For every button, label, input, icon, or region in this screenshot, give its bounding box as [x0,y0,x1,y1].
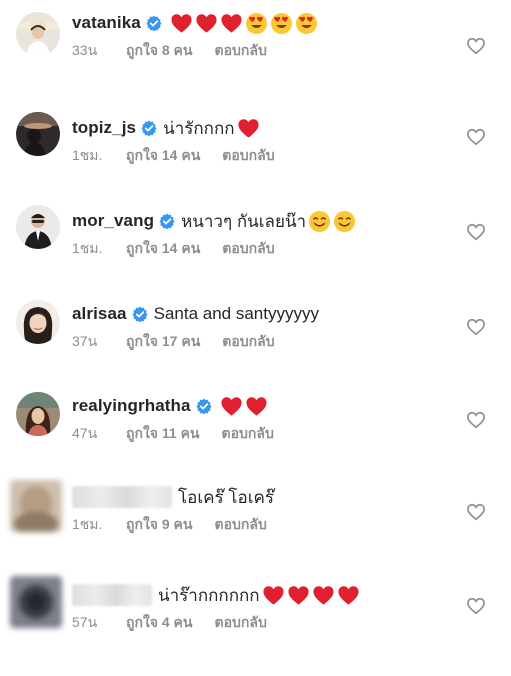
heart-emoji-icon [237,117,260,140]
comment-item: vatanika 33น ถูกใจ 8 คน ตอบกลับ [0,10,511,104]
likes-count[interactable]: ถูกใจ 9 คน [126,514,193,536]
like-heart-icon[interactable] [466,410,486,430]
heart-eyes-emoji-icon [245,12,268,35]
comment-text: โอเคร๊ โอเคร๊ [178,487,275,507]
heart-eyes-emoji-icon [295,12,318,35]
like-heart-icon[interactable] [466,317,486,337]
comment-line: topiz_js น่ารักกกก [72,115,260,141]
username[interactable]: mor_vang [72,211,154,231]
comment-item: โอเคร๊ โอเคร๊ 1ชม. ถูกใจ 9 คน ตอบกลับ [0,480,511,578]
reply-button[interactable]: ตอบกลับ [215,40,267,62]
comment-meta: 1ชม. ถูกใจ 14 คน ตอบกลับ [72,238,275,260]
likes-count[interactable]: ถูกใจ 8 คน [126,40,193,62]
username[interactable]: alrisaa [72,304,127,324]
blurred-username[interactable] [72,486,172,508]
reply-button[interactable]: ตอบกลับ [222,238,274,260]
comment-line: mor_vang หนาวๆ กันเลยน๊า [72,208,356,234]
avatar[interactable] [10,576,62,628]
comment-item: mor_vang หนาวๆ กันเลยน๊า 1ชม. ถูกใจ 14 ค… [0,205,511,302]
verified-badge-icon [141,120,157,137]
comment-text: หนาวๆ กันเลยน๊า [181,211,307,231]
like-heart-icon[interactable] [466,36,486,56]
heart-emoji-icon [220,395,243,418]
avatar[interactable] [10,480,62,532]
avatar[interactable] [16,392,60,436]
like-heart-icon[interactable] [466,596,486,616]
comment-line: alrisaa Santa and santyyyyyy [72,301,319,327]
comment-time[interactable]: 57น [72,612,108,634]
like-heart-icon[interactable] [466,502,486,522]
avatar[interactable] [16,112,60,156]
likes-count[interactable]: ถูกใจ 17 คน [126,331,200,353]
smile-emoji-icon [308,210,331,233]
comment-line: vatanika [72,10,318,36]
comment-meta: 33น ถูกใจ 8 คน ตอบกลับ [72,40,267,62]
comment-meta: 57น ถูกใจ 4 คน ตอบกลับ [72,612,267,634]
like-heart-icon[interactable] [466,222,486,242]
heart-emoji-icon [195,12,218,35]
avatar[interactable] [16,300,60,344]
reply-button[interactable]: ตอบกลับ [222,145,274,167]
comment-time[interactable]: 33น [72,40,108,62]
comment-item: alrisaa Santa and santyyyyyy 37น ถูกใจ 1… [0,300,511,395]
verified-badge-icon [146,15,162,32]
comment-time[interactable]: 47น [72,423,108,445]
comment-meta: 47น ถูกใจ 11 คน ตอบกลับ [72,423,274,445]
heart-emoji-icon [337,584,360,607]
avatar[interactable] [16,205,60,249]
comment-meta: 1ชม. ถูกใจ 9 คน ตอบกลับ [72,514,267,536]
heart-eyes-emoji-icon [270,12,293,35]
verified-badge-icon [132,306,148,323]
heart-emoji-icon [245,395,268,418]
comment-time[interactable]: 1ชม. [72,514,108,536]
reply-button[interactable]: ตอบกลับ [215,514,267,536]
comment-text: น่าร๊ากกกกกก [158,585,260,605]
comment-meta: 1ชม. ถูกใจ 14 คน ตอบกลับ [72,145,275,167]
verified-badge-icon [196,398,212,415]
username[interactable]: realyingrhatha [72,396,191,416]
avatar[interactable] [16,12,60,56]
smile-emoji-icon [333,210,356,233]
comment-text: Santa and santyyyyyy [153,304,319,323]
comment-time[interactable]: 37น [72,331,108,353]
like-heart-icon[interactable] [466,127,486,147]
comment-line: น่าร๊ากกกกกก [72,582,360,608]
username[interactable]: topiz_js [72,118,136,138]
heart-emoji-icon [220,12,243,35]
reply-button[interactable]: ตอบกลับ [222,331,274,353]
heart-emoji-icon [287,584,310,607]
blurred-username[interactable] [72,584,152,606]
reply-button[interactable]: ตอบกลับ [222,423,274,445]
comment-item: realyingrhatha 47น ถูกใจ 11 คน ตอบกลับ [0,392,511,487]
comment-item: topiz_js น่ารักกกก 1ชม. ถูกใจ 14 คน ตอบก… [0,112,511,209]
likes-count[interactable]: ถูกใจ 4 คน [126,612,193,634]
comment-line: realyingrhatha [72,393,268,419]
heart-emoji-icon [262,584,285,607]
comment-time[interactable]: 1ชม. [72,238,108,260]
likes-count[interactable]: ถูกใจ 14 คน [126,145,200,167]
verified-badge-icon [159,213,175,230]
likes-count[interactable]: ถูกใจ 14 คน [126,238,200,260]
comment-time[interactable]: 1ชม. [72,145,108,167]
username[interactable]: vatanika [72,13,141,33]
heart-emoji-icon [170,12,193,35]
comment-meta: 37น ถูกใจ 17 คน ตอบกลับ [72,331,275,353]
reply-button[interactable]: ตอบกลับ [215,612,267,634]
likes-count[interactable]: ถูกใจ 11 คน [126,423,200,445]
heart-emoji-icon [312,584,335,607]
comment-text: น่ารักกกก [163,118,235,138]
comment-line: โอเคร๊ โอเคร๊ [72,484,274,510]
